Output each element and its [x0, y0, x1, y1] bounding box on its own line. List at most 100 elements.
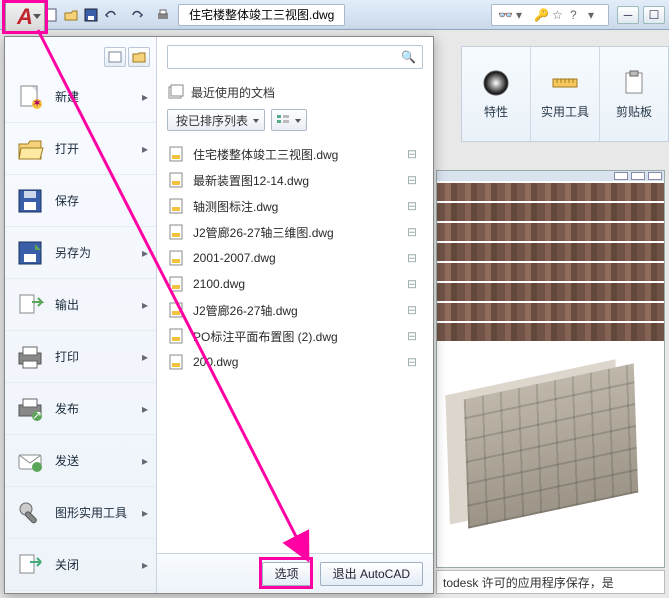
- recent-file-row[interactable]: 200.dwg ⊟: [167, 349, 423, 375]
- recent-file-row[interactable]: 住宅楼整体竣工三视图.dwg ⊟: [167, 141, 423, 167]
- view-dropdown[interactable]: [271, 109, 307, 131]
- chevron-right-icon: ▸: [142, 298, 148, 312]
- svg-text:↗: ↗: [32, 408, 42, 422]
- chevron-right-icon: ▸: [142, 402, 148, 416]
- pin-icon[interactable]: ⊟: [407, 329, 421, 343]
- app-menu-right-column: 🔍 最近使用的文档 按已排序列表 住宅楼整体竣工三视图.dwg⊟最新装置图12-…: [157, 37, 433, 593]
- dwg-file-icon: [169, 224, 185, 240]
- menu-item-0[interactable]: ✶新建▸: [5, 71, 156, 123]
- exit-label: 退出 AutoCAD: [333, 565, 410, 582]
- menu-item-icon: [15, 498, 45, 528]
- minimize-button[interactable]: ─: [617, 6, 639, 24]
- maximize-button[interactable]: ☐: [643, 6, 665, 24]
- chevron-down-icon: ▾: [516, 8, 530, 22]
- window-controls: ─ ☐: [617, 6, 665, 24]
- open-icon[interactable]: [62, 6, 80, 24]
- pin-icon[interactable]: ⊟: [407, 277, 421, 291]
- ribbon-group-clipboard[interactable]: 剪贴板: [600, 47, 668, 141]
- app-menu-toolbar: [5, 43, 156, 71]
- chevron-right-icon: ▸: [142, 142, 148, 156]
- pin-icon[interactable]: ⊟: [407, 199, 421, 213]
- options-label: 选项: [275, 565, 299, 582]
- clipboard-icon: [620, 69, 648, 97]
- menu-item-6[interactable]: ↗ 发布 ▸: [5, 383, 156, 435]
- chevron-right-icon: ▸: [142, 454, 148, 468]
- file-name: 住宅楼整体竣工三视图.dwg: [193, 146, 399, 163]
- ribbon-group-tools[interactable]: 实用工具: [531, 47, 600, 141]
- recent-docs-button[interactable]: [104, 47, 126, 67]
- file-name: 2001-2007.dwg: [193, 251, 399, 265]
- dwg-file-icon: [169, 146, 185, 162]
- recent-file-row[interactable]: 2100.dwg ⊟: [167, 271, 423, 297]
- menu-item-label: 关闭: [55, 556, 79, 573]
- menu-item-icon: [15, 186, 45, 216]
- document-tab[interactable]: 住宅楼整体竣工三视图.dwg: [178, 4, 345, 26]
- ribbon-group-properties[interactable]: 特性: [462, 47, 531, 141]
- print-icon[interactable]: [154, 6, 172, 24]
- recent-file-row[interactable]: J2管廊26-27轴三维图.dwg⊟: [167, 219, 423, 245]
- dwg-file-icon: [169, 354, 185, 370]
- recent-file-row[interactable]: PO标注平面布置图 (2).dwg⊟: [167, 323, 423, 349]
- sort-row: 按已排序列表: [167, 109, 423, 131]
- star-icon: ☆: [552, 8, 566, 22]
- drawing-area[interactable]: [436, 170, 665, 568]
- recent-docs-header: 最近使用的文档: [167, 83, 423, 101]
- pin-icon[interactable]: ⊟: [407, 303, 421, 317]
- menu-item-8[interactable]: 图形实用工具▸: [5, 487, 156, 539]
- chevron-right-icon: ▸: [142, 506, 148, 520]
- menu-item-icon: [15, 134, 45, 164]
- menu-item-icon: ↗: [15, 394, 45, 424]
- recent-file-row[interactable]: J2管廊26-27轴.dwg⊟: [167, 297, 423, 323]
- file-name: 轴测图标注.dwg: [193, 198, 399, 215]
- open-docs-button[interactable]: [128, 47, 150, 67]
- ribbon-label: 特性: [484, 103, 508, 120]
- file-name: 200.dwg: [193, 355, 399, 369]
- sort-dropdown[interactable]: 按已排序列表: [167, 109, 265, 131]
- recent-files-list: 住宅楼整体竣工三视图.dwg ⊟ 最新装置图12-14.dwg ⊟ 轴测图标注.dwg ⊟…: [167, 141, 423, 553]
- application-menu-button[interactable]: A: [5, 0, 45, 34]
- undo-icon[interactable]: [102, 6, 120, 24]
- menu-item-7[interactable]: 发送▸: [5, 435, 156, 487]
- menu-item-5[interactable]: 打印 ▸: [5, 331, 156, 383]
- chevron-right-icon: ▸: [142, 558, 148, 572]
- pin-icon[interactable]: ⊟: [407, 147, 421, 161]
- menu-item-4[interactable]: 输出 ▸: [5, 279, 156, 331]
- pin-icon[interactable]: ⊟: [407, 173, 421, 187]
- menu-item-label: 另存为: [55, 244, 91, 261]
- menu-item-icon: [15, 290, 45, 320]
- options-button[interactable]: 选项: [262, 562, 312, 586]
- menu-item-icon: [15, 446, 45, 476]
- menu-item-label: 发布: [55, 400, 79, 417]
- command-line[interactable]: todesk 许可的应用程序保存，是: [436, 570, 665, 594]
- menu-item-9[interactable]: 关闭 ▸: [5, 539, 156, 591]
- pin-icon[interactable]: ⊟: [407, 225, 421, 239]
- menu-item-1[interactable]: 打开▸: [5, 123, 156, 175]
- file-name: 最新装置图12-14.dwg: [193, 172, 399, 189]
- pin-icon[interactable]: ⊟: [407, 251, 421, 265]
- exit-button[interactable]: 退出 AutoCAD: [320, 562, 423, 586]
- menu-item-2[interactable]: 保存: [5, 175, 156, 227]
- app-menu-search[interactable]: 🔍: [167, 45, 423, 69]
- chevron-right-icon: ▸: [142, 350, 148, 364]
- save-icon[interactable]: [82, 6, 100, 24]
- recent-file-row[interactable]: 2001-2007.dwg ⊟: [167, 245, 423, 271]
- list-view-icon: [276, 113, 290, 127]
- document-title: 住宅楼整体竣工三视图.dwg: [189, 6, 334, 23]
- color-wheel-icon: [482, 69, 510, 97]
- menu-item-3[interactable]: 另存为 ▸: [5, 227, 156, 279]
- pin-icon[interactable]: ⊟: [407, 355, 421, 369]
- viewport-window-controls: [437, 171, 664, 181]
- chevron-right-icon: ▸: [142, 246, 148, 260]
- menu-item-label: 打印: [55, 348, 79, 365]
- menu-item-icon: ✶: [15, 82, 45, 112]
- ribbon-label: 实用工具: [541, 103, 589, 120]
- menu-item-label: 输出: [55, 296, 79, 313]
- recent-file-row[interactable]: 轴测图标注.dwg ⊟: [167, 193, 423, 219]
- dwg-file-icon: [169, 276, 185, 292]
- file-name: 2100.dwg: [193, 277, 399, 291]
- recent-file-row[interactable]: 最新装置图12-14.dwg ⊟: [167, 167, 423, 193]
- help-search[interactable]: 👓 ▾ 🔑 ☆ ? ▾: [491, 4, 609, 26]
- svg-text:✶: ✶: [32, 96, 42, 110]
- redo-icon[interactable]: [128, 6, 146, 24]
- app-logo-icon: A: [17, 4, 33, 30]
